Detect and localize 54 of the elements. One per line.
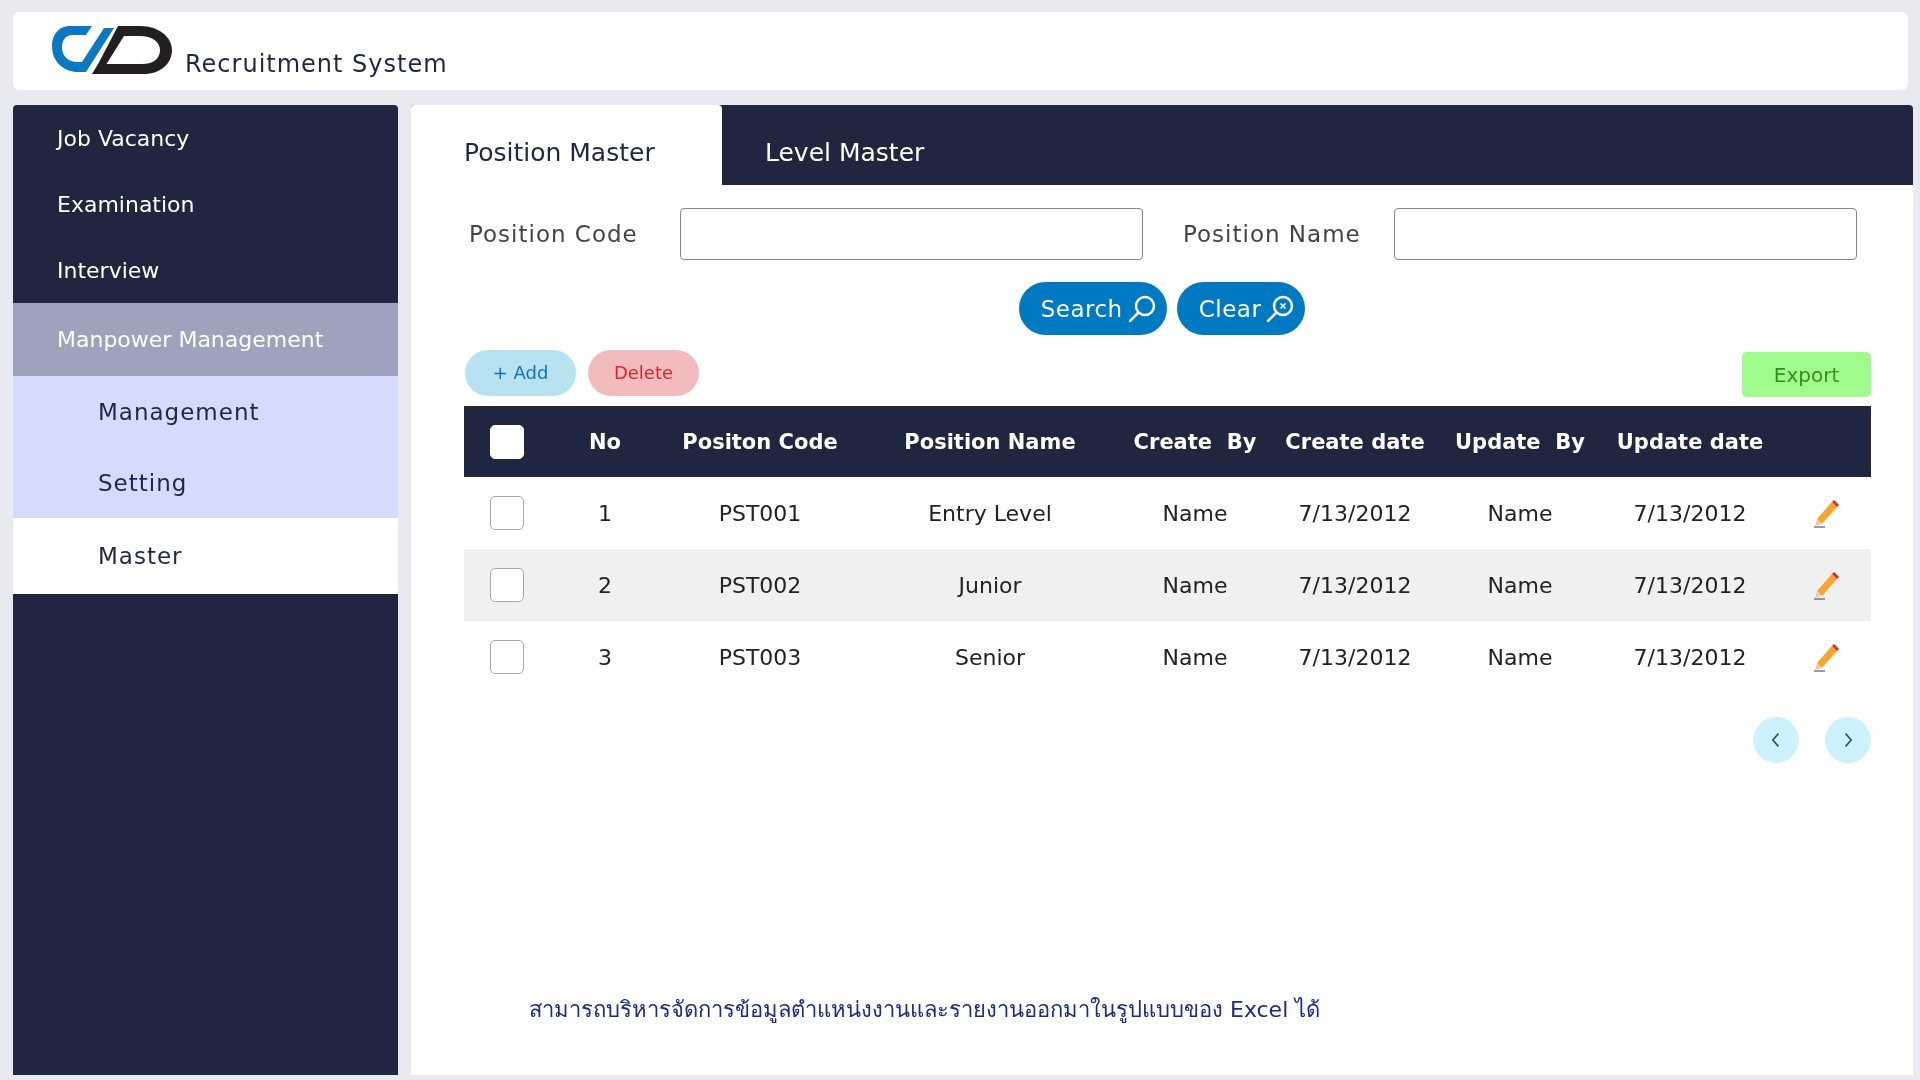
tab[interactable]: Position Master [411, 105, 722, 185]
table-cell: Name [1162, 644, 1228, 670]
table-cell: 7/13/2012 [1633, 572, 1747, 598]
sidebar-subitem[interactable]: Setting [13, 447, 398, 518]
sidebar-subitem[interactable]: Management [13, 376, 398, 447]
app-title: Recruitment System [185, 50, 448, 78]
sidebar-subitem[interactable]: Master [13, 518, 398, 594]
table-cell: PST003 [718, 644, 802, 670]
column-header: Update date [1616, 429, 1764, 454]
add-button[interactable]: + Add [465, 349, 576, 396]
column-header: Create By [1133, 429, 1257, 454]
input-field[interactable] [680, 208, 1143, 260]
table-cell: 7/13/2012 [1298, 572, 1412, 598]
table-cell: PST002 [718, 572, 802, 598]
previous-page-button[interactable] [1753, 717, 1799, 763]
table-cell: Junior [958, 572, 1022, 598]
table-cell: 3 [598, 644, 612, 670]
chevron-left-icon [1771, 732, 1781, 748]
table-cell: Entry Level [928, 500, 1052, 526]
field-label: Position Name [1183, 221, 1362, 247]
table-cell: Name [1162, 500, 1228, 526]
table-cell: Senior [954, 644, 1026, 670]
table-cell: 7/13/2012 [1298, 500, 1412, 526]
chevron-right-icon [1843, 732, 1853, 748]
column-header: Update By [1455, 429, 1585, 454]
clear-search-icon [1265, 293, 1296, 324]
table-cell: 1 [598, 500, 612, 526]
sidebar-item[interactable]: Interview [13, 237, 398, 303]
column-header: No [589, 429, 621, 454]
table-cell: PST001 [718, 500, 802, 526]
field-label: Position Code [469, 221, 639, 247]
search-icon [1126, 293, 1157, 324]
table-cell: 7/13/2012 [1298, 644, 1412, 670]
description-text: สามารถบริหารจัดการข้อมูลตำแหน่งงานและรายงานออกมาในรูปแบบของ Excel ได้ [529, 996, 1322, 1025]
table-cell: Name [1487, 572, 1553, 598]
checkbox[interactable] [490, 568, 524, 602]
column-header: Positon Code [682, 429, 838, 454]
table-cell: 7/13/2012 [1633, 644, 1747, 670]
column-header: Create date [1285, 429, 1425, 454]
table-cell: Name [1487, 500, 1553, 526]
sidebar-item[interactable]: Job Vacancy [13, 105, 398, 171]
table-cell: 2 [598, 572, 612, 598]
table-cell: Name [1487, 644, 1553, 670]
input-field[interactable] [1394, 208, 1857, 260]
table-cell: 7/13/2012 [1633, 500, 1747, 526]
table-cell: Name [1162, 572, 1228, 598]
next-page-button[interactable] [1825, 717, 1871, 763]
search-button[interactable]: Search [1018, 282, 1167, 335]
tab[interactable]: Level Master [722, 105, 977, 185]
checkbox[interactable] [490, 640, 524, 674]
checkbox[interactable] [490, 496, 524, 530]
clear-button[interactable]: Clear [1176, 282, 1306, 335]
column-header: Position Name [904, 429, 1076, 454]
sidebar-item[interactable]: Examination [13, 171, 398, 237]
